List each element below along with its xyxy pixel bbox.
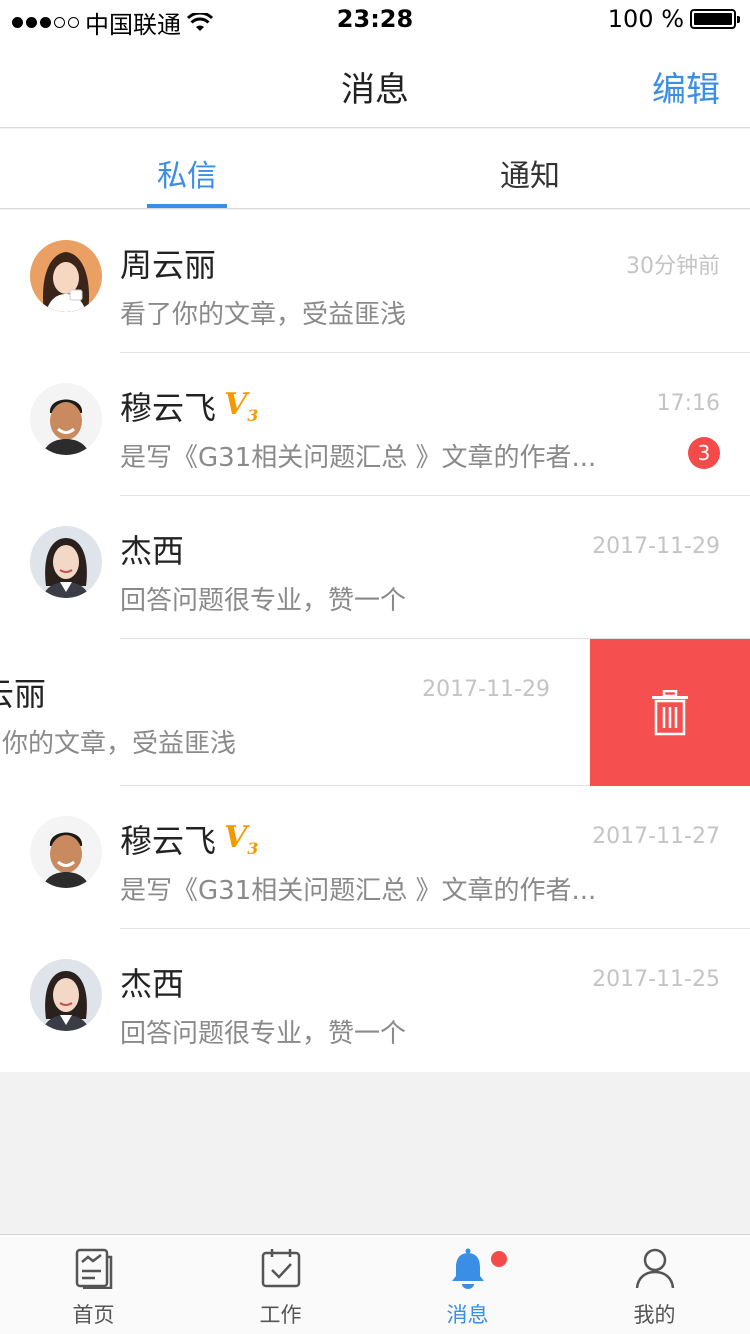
message-time: 2017-11-29 — [422, 677, 550, 702]
message-list: 周云丽 30分钟前 看了你的文章，受益匪浅 穆云飞 V3 17:16 是写《G3… — [0, 210, 750, 1072]
verified-v3-badge: V3 — [224, 387, 259, 425]
calendar-check-icon — [261, 1249, 301, 1288]
message-time: 2017-11-25 — [592, 967, 720, 992]
verified-v3-badge: V3 — [224, 820, 259, 858]
tabbar-item-messages[interactable]: 消息 — [374, 1235, 561, 1334]
message-row[interactable]: 穆云飞 V3 2017-11-27 是写《G31相关问题汇总 》文章的作者... — [0, 786, 750, 929]
message-time: 2017-11-27 — [592, 824, 720, 849]
battery-percent: 100 % — [607, 5, 684, 33]
edit-button[interactable]: 编辑 — [652, 62, 720, 111]
avatar — [30, 383, 102, 455]
tabbar-label: 首页 — [72, 1303, 115, 1327]
messages-screen: 中国联通 23:28 100 % 消息 编辑 私信 通知 周云丽 30分钟前 看… — [0, 0, 750, 1334]
message-tabs: 私信 通知 — [0, 129, 750, 209]
unread-count-badge: 3 — [688, 437, 720, 469]
navigation-bar: 消息 编辑 — [0, 40, 750, 128]
delete-button[interactable] — [590, 639, 750, 786]
contact-name: 穆云飞 V3 — [120, 387, 259, 427]
contact-name: 周云丽 — [120, 246, 217, 284]
message-preview: 回答问题很专业，赞一个 — [120, 1019, 407, 1049]
person-icon — [635, 1248, 675, 1289]
tabbar-item-work[interactable]: 工作 — [187, 1235, 374, 1334]
message-preview: 回答问题很专业，赞一个 — [120, 586, 407, 616]
avatar — [30, 816, 102, 888]
page-title: 消息 — [341, 70, 409, 110]
message-time: 2017-11-29 — [592, 534, 720, 559]
status-bar: 中国联通 23:28 100 % — [0, 0, 750, 40]
contact-name: 杰西 — [120, 965, 185, 1003]
message-row[interactable]: 穆云飞 V3 17:16 是写《G31相关问题汇总 》文章的作者... 3 — [0, 353, 750, 496]
home-document-icon — [75, 1248, 113, 1289]
bottom-tab-bar: 首页 工作 消息 我的 — [0, 1234, 750, 1334]
tabbar-label: 工作 — [259, 1303, 302, 1327]
message-time: 17:16 — [656, 391, 720, 416]
message-row[interactable]: 周云丽 30分钟前 看了你的文章，受益匪浅 — [0, 210, 750, 353]
contact-name: 杰西 — [120, 532, 185, 570]
contact-name: 穆云飞 V3 — [120, 820, 259, 860]
battery-icon — [690, 9, 740, 29]
avatar — [30, 526, 102, 598]
tab-private-messages[interactable]: 私信 — [112, 151, 262, 195]
message-preview: 是写《G31相关问题汇总 》文章的作者... — [120, 443, 597, 473]
avatar — [30, 959, 102, 1031]
message-time: 30分钟前 — [626, 254, 720, 279]
contact-name: 周云丽 — [0, 675, 47, 713]
swiped-row-content[interactable]: 周云丽 2017-11-29 看了你的文章，受益匪浅 — [0, 639, 580, 786]
message-row-swiped[interactable]: 周云丽 2017-11-29 看了你的文章，受益匪浅 — [0, 639, 750, 786]
message-row[interactable]: 杰西 2017-11-25 回答问题很专业，赞一个 — [0, 929, 750, 1072]
tabbar-item-profile[interactable]: 我的 — [561, 1235, 748, 1334]
avatar — [30, 240, 102, 312]
message-row[interactable]: 杰西 2017-11-29 回答问题很专业，赞一个 — [0, 496, 750, 639]
tabbar-item-home[interactable]: 首页 — [0, 1235, 187, 1334]
trash-icon — [652, 689, 688, 735]
message-preview: 看了你的文章，受益匪浅 — [120, 300, 407, 330]
message-preview: 是写《G31相关问题汇总 》文章的作者... — [120, 876, 597, 906]
bell-icon — [452, 1248, 484, 1289]
notification-dot — [491, 1251, 507, 1267]
active-tab-indicator — [147, 204, 227, 208]
status-right: 100 % — [607, 5, 740, 33]
tabbar-label: 我的 — [633, 1303, 676, 1327]
tab-notifications[interactable]: 通知 — [455, 151, 605, 195]
tabbar-label: 消息 — [446, 1303, 489, 1327]
message-preview: 看了你的文章，受益匪浅 — [0, 729, 237, 759]
